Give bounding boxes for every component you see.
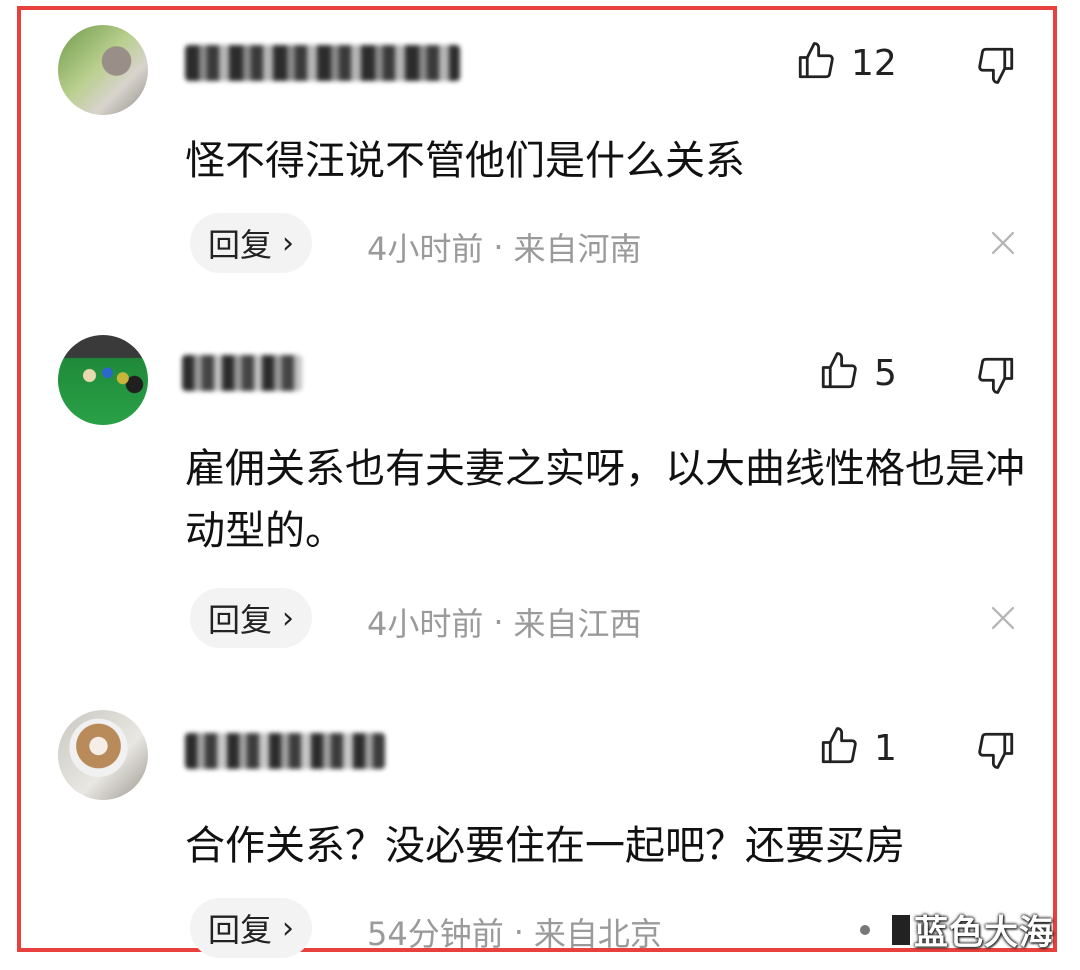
username-blurred[interactable] — [185, 733, 385, 769]
thumbs-up-icon — [818, 350, 860, 396]
reply-button[interactable]: 回复 › — [190, 588, 313, 648]
like-count: 12 — [851, 42, 897, 84]
thumbs-up-icon — [818, 725, 860, 771]
meta-separator: · — [513, 913, 524, 951]
comment-text: 怪不得汪说不管他们是什么关系 — [185, 138, 745, 184]
like-count: 1 — [874, 727, 897, 769]
avatar[interactable] — [58, 25, 148, 115]
location: 来自河南 — [513, 230, 642, 268]
username-blurred[interactable] — [182, 355, 302, 391]
timestamp: 4小时前 — [367, 230, 484, 268]
chevron-right-icon: › — [282, 910, 295, 946]
chevron-right-icon: › — [282, 600, 295, 636]
meta-separator: · — [493, 228, 504, 266]
chevron-right-icon: › — [282, 225, 295, 261]
thumbs-down-icon — [975, 354, 1017, 400]
avatar[interactable] — [58, 710, 148, 800]
watermark-dot — [860, 924, 870, 935]
location: 来自江西 — [513, 605, 642, 643]
reply-button[interactable]: 回复 › — [190, 213, 313, 273]
close-icon[interactable] — [986, 226, 1020, 260]
thumbs-down-icon — [975, 44, 1017, 90]
watermark: 蓝色大海 — [860, 905, 1054, 954]
thumbs-down-icon — [975, 729, 1017, 775]
watermark-logo — [892, 914, 910, 945]
comment-meta: 4小时前 · 来自江西 — [367, 599, 642, 645]
close-icon[interactable] — [986, 601, 1020, 635]
like-count: 5 — [874, 352, 897, 394]
comment-meta: 4小时前 · 来自河南 — [367, 224, 642, 270]
reply-label: 回复 — [208, 601, 273, 639]
username-blurred[interactable] — [185, 45, 460, 81]
timestamp: 54分钟前 — [367, 915, 504, 953]
reply-button[interactable]: 回复 › — [190, 898, 313, 958]
avatar[interactable] — [58, 335, 148, 425]
timestamp: 4小时前 — [367, 605, 484, 643]
like-button[interactable]: 1 — [818, 725, 897, 771]
location: 来自北京 — [533, 915, 662, 953]
comment-text: 雇佣关系也有夫妻之实呀，以大曲线性格也是冲动型的。 — [185, 446, 1025, 554]
like-button[interactable]: 12 — [795, 40, 897, 86]
dislike-button[interactable] — [975, 354, 1017, 400]
dislike-button[interactable] — [975, 729, 1017, 775]
comment-text: 合作关系？没必要住在一起吧？还要买房 — [185, 823, 905, 869]
watermark-text: 蓝色大海 — [914, 913, 1054, 953]
comment-meta: 54分钟前 · 来自北京 — [367, 909, 662, 955]
reply-label: 回复 — [208, 226, 273, 264]
thumbs-up-icon — [795, 40, 837, 86]
like-button[interactable]: 5 — [818, 350, 897, 396]
reply-label: 回复 — [208, 911, 273, 949]
dislike-button[interactable] — [975, 44, 1017, 90]
meta-separator: · — [493, 603, 504, 641]
